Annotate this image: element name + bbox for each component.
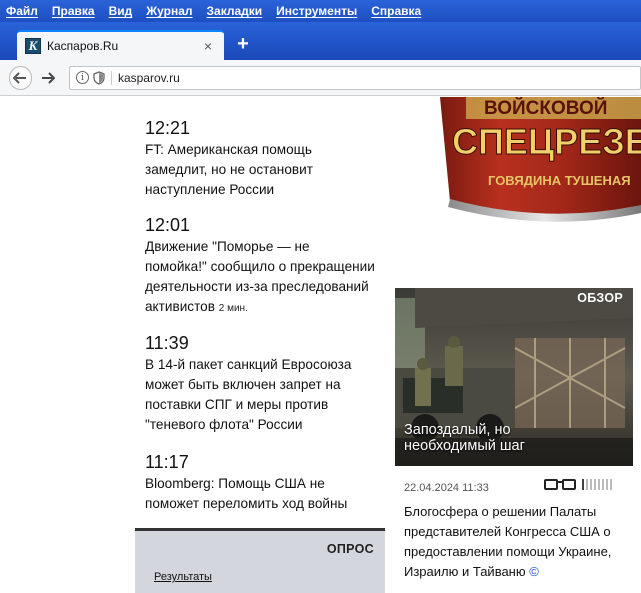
info-icon[interactable]: i [75, 71, 89, 84]
address-separator [110, 70, 112, 85]
rating-bar [590, 479, 592, 490]
ad-line2: СПЕЦРЕЗЕ [452, 121, 641, 162]
arrow-right-icon [42, 71, 56, 84]
news-item[interactable]: 12:21 FT: Американская помощь замедлит, … [145, 118, 375, 200]
news-item[interactable]: 12:01 Движение "Поморье — не помойка!" с… [145, 215, 375, 319]
rating-bar [602, 479, 604, 490]
news-headline-text[interactable]: Bloomberg: Помощь США не поможет перелом… [145, 476, 347, 511]
news-time: 12:01 [145, 215, 191, 235]
rating-bars [582, 479, 614, 490]
shield-icon[interactable] [93, 70, 105, 85]
tab-title: Каспаров.Ru [47, 39, 119, 53]
poll-label: ОПРОС [326, 542, 374, 556]
news-time: 11:39 [145, 333, 189, 353]
news-item[interactable]: 11:39 В 14-й пакет санкций Евросоюза мож… [145, 333, 375, 435]
news-time: 11:17 [145, 452, 189, 472]
site-favicon-icon: K [25, 38, 41, 54]
page-content: 12:21 FT: Американская помощь замедлит, … [0, 97, 641, 593]
news-headline-text[interactable]: В 14-й пакет санкций Евросоюза может быт… [145, 357, 351, 432]
obzor-text[interactable]: Блогосфера о решении Палаты представител… [404, 502, 636, 582]
rating-bar [594, 479, 596, 490]
news-age: 2 мин. [218, 303, 248, 314]
obzor-title[interactable]: Запоздалый, но необходимый шаг [404, 422, 604, 454]
news-headline[interactable]: FT: Американская помощь замедлит, но не … [145, 140, 375, 200]
forward-button[interactable] [38, 67, 59, 89]
menu-view[interactable]: Вид [109, 4, 133, 18]
poll-results-link[interactable]: Результаты [154, 571, 212, 583]
news-headline[interactable]: Движение "Поморье — не помойка!" сообщил… [145, 237, 375, 319]
back-button[interactable] [9, 65, 32, 90]
news-headline[interactable]: В 14-й пакет санкций Евросоюза может быт… [145, 355, 375, 435]
menu-help[interactable]: Справка [371, 4, 421, 18]
ad-line3: ГОВЯДИНА ТУШЕНАЯ [488, 173, 631, 188]
menu-history[interactable]: Журнал [146, 4, 192, 18]
ad-can-image: ВОЙСКОВОЙ СПЕЦРЕЗЕ ГОВЯДИНА ТУШЕНАЯ [440, 97, 641, 222]
new-tab-button[interactable]: + [233, 34, 253, 54]
obzor-card[interactable]: ОБЗОР Запоздалый, но необходимый шаг [395, 288, 633, 466]
rating-bar [606, 479, 608, 490]
address-bar[interactable]: i kasparov.ru [68, 65, 641, 90]
rating-bar [582, 479, 584, 490]
rating-bar [610, 479, 612, 490]
obzor-label: ОБЗОР [577, 291, 623, 305]
ad-line1: ВОЙСКОВОЙ [484, 97, 607, 119]
copyright-mark: © [529, 564, 539, 579]
arrow-left-icon [13, 71, 27, 84]
rating-bar [586, 479, 588, 490]
obzor-text-body[interactable]: Блогосфера о решении Палаты представител… [404, 504, 611, 579]
close-tab-icon[interactable]: × [200, 38, 216, 54]
tab-strip: K Каспаров.Ru × + [0, 22, 641, 60]
poll-block: ОПРОС Результаты [135, 528, 385, 593]
url-text[interactable]: kasparov.ru [118, 71, 180, 85]
menu-bar: Файл Правка Вид Журнал Закладки Инструме… [0, 0, 641, 22]
news-time: 12:21 [145, 118, 191, 138]
rating-bar [598, 479, 600, 490]
menu-edit[interactable]: Правка [52, 4, 95, 18]
obzor-date: 22.04.2024 11:33 [404, 482, 489, 494]
tab-kasparov[interactable]: K Каспаров.Ru × [17, 30, 224, 60]
menu-bookmarks[interactable]: Закладки [207, 4, 263, 18]
ad-banner[interactable]: ВОЙСКОВОЙ СПЕЦРЕЗЕ ГОВЯДИНА ТУШЕНАЯ [436, 97, 641, 227]
news-headline[interactable]: Bloomberg: Помощь США не поможет перелом… [145, 474, 375, 514]
menu-file[interactable]: Файл [6, 4, 38, 18]
menu-tools[interactable]: Инструменты [276, 4, 357, 18]
news-headline-text[interactable]: FT: Американская помощь замедлит, но не … [145, 142, 313, 197]
news-headline-text[interactable]: Движение "Поморье — не помойка!" сообщил… [145, 239, 375, 314]
glasses-icon [544, 479, 576, 490]
news-item[interactable]: 11:17 Bloomberg: Помощь США не поможет п… [145, 452, 375, 514]
obzor-meta: 22.04.2024 11:33 [404, 478, 624, 494]
navigation-toolbar: i kasparov.ru [0, 60, 641, 96]
